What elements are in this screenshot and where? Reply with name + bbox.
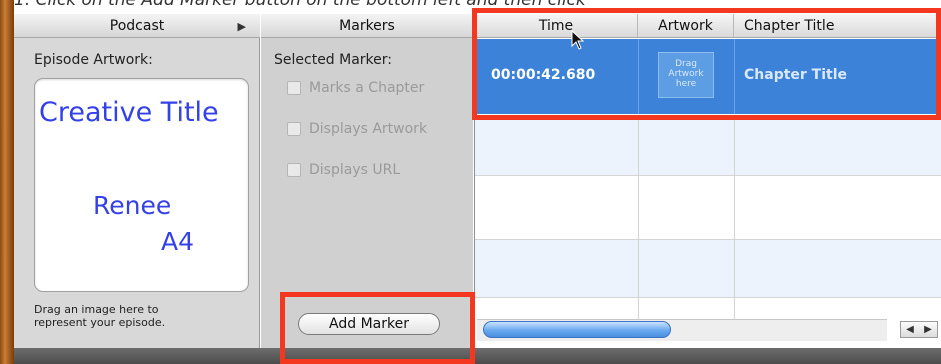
table-row[interactable] — [475, 297, 941, 319]
displays-url-label: Displays URL — [309, 162, 401, 178]
podcast-header[interactable]: Podcast ▶ — [14, 14, 260, 38]
podcast-header-label: Podcast — [109, 17, 165, 34]
table-row[interactable] — [475, 239, 941, 297]
mouse-pointer-icon — [571, 29, 585, 54]
table-row[interactable] — [475, 115, 941, 175]
row-divider — [475, 297, 941, 298]
displays-url-option[interactable]: Displays URL — [287, 162, 400, 178]
marks-chapter-label: Marks a Chapter — [309, 80, 425, 96]
episode-artwork-well[interactable]: Creative Title Renee A4 — [34, 78, 249, 292]
horizontal-scrollbar-thumb[interactable] — [483, 321, 671, 338]
artwork-code-text: A4 — [161, 227, 195, 256]
column-divider — [638, 115, 639, 319]
marks-chapter-option[interactable]: Marks a Chapter — [287, 80, 424, 96]
displays-artwork-label: Displays Artwork — [309, 121, 428, 137]
artwork-name-text: Renee — [93, 191, 172, 220]
scroll-right-icon[interactable]: ▶ — [924, 324, 932, 335]
column-divider — [734, 115, 735, 319]
table-row[interactable] — [475, 175, 941, 239]
scroll-arrow-buttons[interactable]: ◀ ▶ — [900, 321, 938, 338]
selected-marker-label: Selected Marker: — [274, 52, 393, 68]
add-marker-highlight-box — [280, 292, 475, 364]
displays-artwork-option[interactable]: Displays Artwork — [287, 121, 427, 137]
displays-artwork-checkbox[interactable] — [287, 122, 301, 136]
disclosure-triangle-icon[interactable]: ▶ — [238, 20, 246, 33]
artwork-title-text: Creative Title — [39, 97, 219, 128]
table-highlight-box — [472, 8, 941, 120]
episode-artwork-label: Episode Artwork: — [34, 52, 153, 68]
markers-header-label: Markers — [339, 17, 395, 34]
bottom-bar — [14, 348, 941, 364]
drag-hint-line2: represent your episode. — [34, 316, 166, 329]
displays-url-checkbox[interactable] — [287, 163, 301, 177]
artwork-drag-hint: Drag an image here to represent your epi… — [34, 303, 254, 329]
markers-header: Markers — [261, 14, 473, 38]
marks-chapter-checkbox[interactable] — [287, 81, 301, 95]
drag-hint-line1: Drag an image here to — [34, 303, 159, 316]
row-divider — [475, 175, 941, 176]
scroll-left-icon[interactable]: ◀ — [906, 324, 914, 335]
wood-background — [0, 0, 14, 364]
row-divider — [475, 239, 941, 240]
